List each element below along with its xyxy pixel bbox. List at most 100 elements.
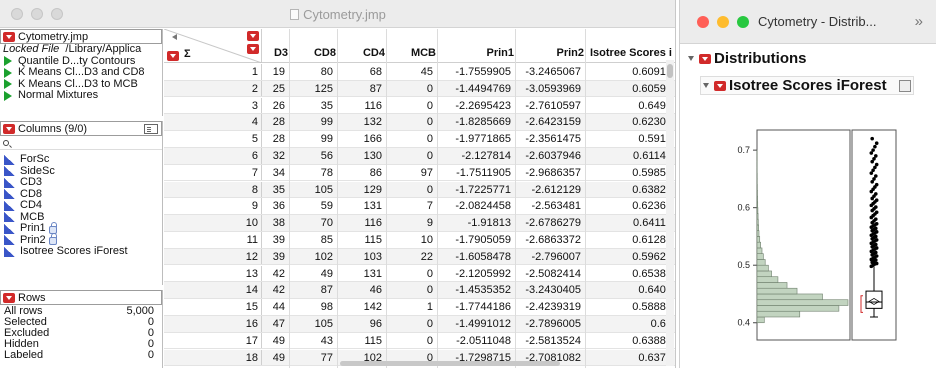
red-triangle-menu-icon[interactable] [247, 44, 259, 54]
table-cell[interactable]: -2.5082414 [516, 268, 581, 280]
table-cell[interactable]: -2.563481 [516, 200, 581, 212]
table-row[interactable]: 11 39 85 115 10 -1.7905059 -2.6863372 0.61283 [164, 232, 675, 249]
column-header[interactable]: CD4 [338, 47, 385, 59]
column-list-item[interactable]: Isotree Scores iForest [0, 245, 162, 258]
close-window-button[interactable] [697, 16, 709, 28]
table-cell[interactable]: 0.5918 [586, 133, 672, 145]
table-cell[interactable]: -1.7744186 [438, 301, 511, 313]
table-cell[interactable]: -2.127814 [438, 150, 511, 162]
table-cell[interactable]: 39 [263, 251, 285, 263]
column-header[interactable]: Isotree Scores i [586, 47, 675, 59]
rows-panel-header[interactable]: Rows [0, 290, 162, 305]
red-triangle-menu-icon[interactable] [3, 292, 15, 303]
table-cell[interactable]: -3.2430405 [516, 284, 581, 296]
table-cell[interactable]: 49 [290, 268, 333, 280]
table-cell[interactable]: 131 [338, 268, 382, 280]
table-cell[interactable]: 0.60912 [586, 66, 672, 78]
table-cell[interactable]: 70 [290, 217, 333, 229]
table-cell[interactable]: -1.4494769 [438, 83, 511, 95]
table-cell[interactable]: 42 [263, 268, 285, 280]
table-cell[interactable]: 129 [338, 184, 382, 196]
table-cell[interactable]: 98 [290, 301, 333, 313]
column-header[interactable]: MCB [387, 47, 436, 59]
table-cell[interactable]: 28 [263, 116, 285, 128]
table-cell[interactable]: -2.5813524 [516, 335, 581, 347]
red-triangle-menu-icon[interactable] [699, 53, 711, 64]
table-cell[interactable]: 56 [290, 150, 333, 162]
dist-title-bar[interactable]: Cytometry - Distrib... » [680, 0, 936, 44]
table-cell[interactable]: 132 [338, 116, 382, 128]
table-row[interactable]: 13 42 49 131 0 -2.1205992 -2.5082414 0.65385 [164, 265, 675, 283]
table-cell[interactable]: 0 [387, 150, 433, 162]
table-cell[interactable]: -1.8285669 [438, 116, 511, 128]
table-cell[interactable]: -2.9686357 [516, 167, 581, 179]
table-row[interactable]: 7 34 78 86 97 -1.7511905 -2.9686357 0.59855 [164, 164, 675, 182]
table-cell[interactable]: 9 [387, 217, 433, 229]
table-cell[interactable]: 45 [387, 66, 433, 78]
table-cell[interactable]: 142 [338, 301, 382, 313]
table-cell[interactable]: 49 [263, 352, 285, 364]
table-cell[interactable]: 47 [263, 318, 285, 330]
red-triangle-menu-icon[interactable] [247, 31, 259, 41]
table-cell[interactable]: 0.62365 [586, 200, 672, 212]
table-cell[interactable]: 0 [387, 284, 433, 296]
table-cell[interactable]: -2.6423159 [516, 116, 581, 128]
table-cell[interactable]: 78 [290, 167, 333, 179]
table-cell[interactable]: -1.7559905 [438, 66, 511, 78]
table-cell[interactable]: 22 [387, 251, 433, 263]
table-cell[interactable]: 0.58884 [586, 301, 672, 313]
table-cell[interactable]: 97 [387, 167, 433, 179]
table-cell[interactable]: -1.4535352 [438, 284, 511, 296]
table-row[interactable]: 2 25 125 87 0 -1.4494769 -3.0593969 0.60596 [164, 80, 675, 98]
column-list-item[interactable]: CD4 [0, 199, 162, 212]
table-cell[interactable]: 99 [290, 133, 333, 145]
table-row[interactable]: 4 28 99 132 0 -1.8285669 -2.6423159 0.62308 [164, 114, 675, 131]
table-cell[interactable]: 0.65385 [586, 268, 672, 280]
title-bar[interactable]: Cytometry.jmp [0, 0, 675, 28]
table-cell[interactable]: 0.6493 [586, 100, 672, 112]
table-cell[interactable]: -2.7610597 [516, 100, 581, 112]
table-cell[interactable]: 0.59855 [586, 167, 672, 179]
horizontal-scrollbar[interactable] [340, 361, 560, 366]
table-row[interactable]: 14 42 87 46 0 -1.4535352 -3.2430405 0.6400 [164, 282, 675, 299]
column-filter-options-icon[interactable] [144, 123, 158, 134]
table-cell[interactable]: 115 [338, 335, 382, 347]
table-row[interactable]: 15 44 98 142 1 -1.7744186 -2.4239319 0.58884 [164, 299, 675, 316]
table-cell[interactable]: 0.6400 [586, 284, 672, 296]
table-row[interactable]: 9 36 59 131 7 -2.0824458 -2.563481 0.62365 [164, 198, 675, 215]
table-cell[interactable]: -2.0511048 [438, 335, 511, 347]
table-cell[interactable]: 0 [387, 318, 433, 330]
table-cell[interactable]: 99 [290, 116, 333, 128]
table-cell[interactable]: 0 [387, 116, 433, 128]
table-cell[interactable]: -2.6863372 [516, 234, 581, 246]
table-cell[interactable]: -1.7905059 [438, 234, 511, 246]
table-cell[interactable]: 19 [263, 66, 285, 78]
table-cell[interactable]: 36 [263, 200, 285, 212]
table-cell[interactable]: 0 [387, 133, 433, 145]
table-cell[interactable]: 80 [290, 66, 333, 78]
column-list-item[interactable]: ForSc [0, 153, 162, 166]
table-cell[interactable]: -3.0593969 [516, 83, 581, 95]
table-row[interactable]: 16 47 105 96 0 -1.4991012 -2.7896005 0.60 [164, 316, 675, 333]
table-cell[interactable]: 25 [263, 83, 285, 95]
table-cell[interactable]: 0.64116 [586, 217, 672, 229]
table-cell[interactable]: 7 [387, 200, 433, 212]
table-cell[interactable]: 77 [290, 352, 333, 364]
table-cell[interactable]: 0.60596 [586, 83, 672, 95]
table-cell[interactable]: 28 [263, 133, 285, 145]
table-cell[interactable]: 105 [290, 318, 333, 330]
report-options-icon[interactable] [898, 79, 911, 92]
table-cell[interactable]: 0.62308 [586, 116, 672, 128]
red-triangle-menu-icon[interactable] [714, 80, 726, 91]
table-panel-header[interactable]: Cytometry.jmp [0, 29, 162, 44]
table-cell[interactable]: -2.6786279 [516, 217, 581, 229]
table-cell[interactable]: -2.796007 [516, 251, 581, 263]
table-cell[interactable]: 0.61143 [586, 150, 672, 162]
disclosure-icon[interactable] [703, 83, 709, 88]
table-cell[interactable]: 46 [338, 284, 382, 296]
table-row[interactable]: 12 39 102 103 22 -1.6058478 -2.796007 0.59623 [164, 248, 675, 266]
column-list-item[interactable]: CD3 [0, 176, 162, 189]
table-cell[interactable]: -1.7225771 [438, 184, 511, 196]
column-header[interactable]: D3 [263, 47, 288, 59]
table-cell[interactable]: 0 [387, 184, 433, 196]
